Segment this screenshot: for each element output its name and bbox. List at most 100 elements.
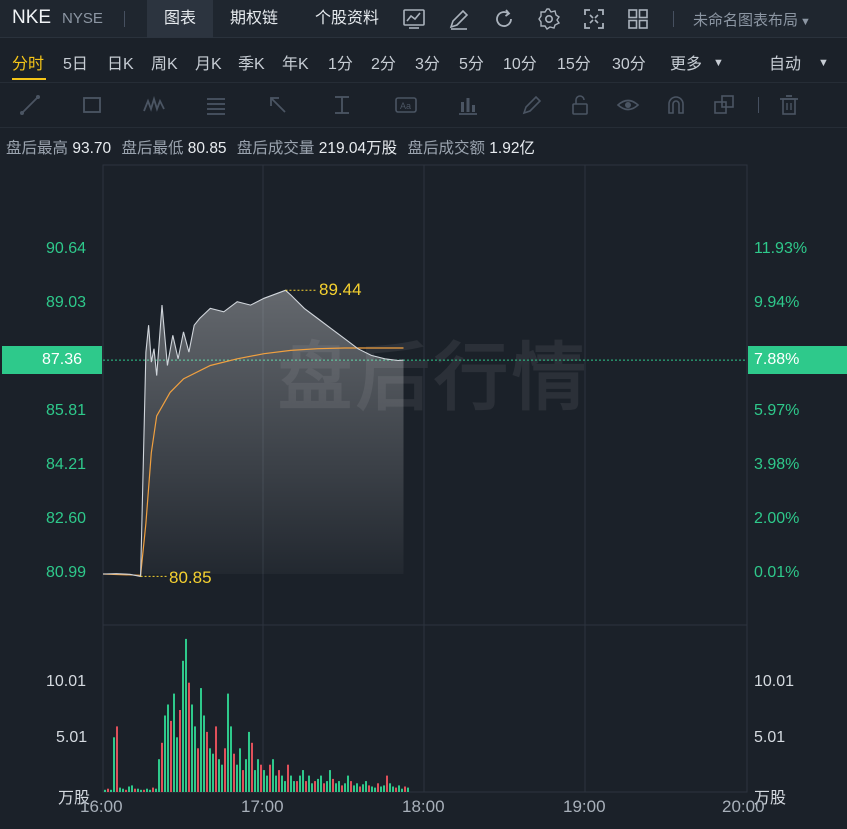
refresh-icon[interactable] bbox=[492, 7, 516, 31]
volume-value: 219.04万股 bbox=[318, 140, 398, 157]
volume-bar bbox=[365, 781, 367, 792]
top-bar: NKE NYSE 图表 期权链 个股资料 未命名图表布局 ▼ bbox=[0, 0, 847, 38]
volume-bar bbox=[401, 788, 403, 792]
caret-down-icon[interactable]: ▼ bbox=[713, 57, 724, 69]
volume-bar bbox=[215, 726, 217, 792]
volume-bar bbox=[116, 726, 118, 792]
max-price-annotation: 89.44 bbox=[319, 280, 362, 299]
volume-bar bbox=[317, 778, 319, 792]
period-intraday[interactable]: 分时 bbox=[12, 50, 44, 74]
edit-icon[interactable] bbox=[447, 7, 471, 31]
active-period-indicator bbox=[12, 78, 46, 80]
volume-bar bbox=[335, 783, 337, 792]
volume-bar bbox=[347, 775, 349, 792]
volume-bar bbox=[161, 742, 163, 792]
text-icon[interactable]: Aa bbox=[394, 93, 418, 117]
high-label: 盘后最高 bbox=[6, 140, 69, 157]
volume-bar bbox=[257, 759, 259, 792]
period-30m[interactable]: 30分 bbox=[612, 50, 646, 74]
rectangle-icon[interactable] bbox=[80, 93, 104, 117]
trash-icon[interactable] bbox=[777, 93, 801, 117]
volume-bar bbox=[338, 781, 340, 792]
volume-bar bbox=[350, 781, 352, 792]
price-tick: 85.81 bbox=[46, 402, 87, 419]
copy-icon[interactable] bbox=[712, 93, 736, 117]
trendline-icon[interactable] bbox=[18, 93, 42, 117]
time-tick: 17:00 bbox=[241, 797, 284, 816]
auto-scale-select[interactable]: 自动 bbox=[769, 50, 801, 74]
volume-bar bbox=[197, 748, 199, 792]
volume-bar bbox=[149, 789, 151, 792]
caret-down-icon: ▼ bbox=[800, 16, 811, 28]
drawing-toolbar: Aa bbox=[0, 82, 847, 128]
volume-bar bbox=[407, 787, 409, 792]
period-2m[interactable]: 2分 bbox=[371, 50, 396, 74]
measure-icon[interactable] bbox=[330, 93, 354, 117]
caret-down-icon[interactable]: ▼ bbox=[818, 57, 829, 69]
volume-bar bbox=[212, 753, 214, 792]
period-5d[interactable]: 5日 bbox=[63, 50, 88, 74]
volume-bar bbox=[281, 775, 283, 792]
volume-bar bbox=[119, 787, 121, 792]
layout-selector[interactable]: 未命名图表布局 ▼ bbox=[693, 9, 811, 30]
volume-bar bbox=[359, 786, 361, 792]
volume-bar bbox=[167, 704, 169, 792]
magnet-icon[interactable] bbox=[664, 93, 688, 117]
volume-bar bbox=[143, 789, 145, 792]
price-tick: 89.03 bbox=[46, 294, 87, 311]
volume-bar bbox=[368, 785, 370, 792]
volume-bar bbox=[284, 781, 286, 792]
volume-bar bbox=[200, 688, 202, 792]
volume-bar bbox=[362, 784, 364, 792]
volume-bar bbox=[113, 737, 115, 792]
period-5m[interactable]: 5分 bbox=[459, 50, 484, 74]
tab-stock-profile[interactable]: 个股资料 bbox=[304, 0, 390, 38]
fib-icon[interactable] bbox=[204, 93, 228, 117]
tab-chart[interactable]: 图表 bbox=[147, 0, 213, 38]
tab-option-chain[interactable]: 期权链 bbox=[216, 0, 292, 38]
indicator-icon[interactable] bbox=[456, 93, 480, 117]
volume-bar bbox=[218, 759, 220, 792]
volume-bar bbox=[107, 788, 109, 792]
plot-frame bbox=[102, 164, 748, 793]
volume-bar bbox=[314, 781, 316, 792]
volume-bar bbox=[122, 788, 124, 792]
volume-bar bbox=[308, 775, 310, 792]
period-day[interactable]: 日K bbox=[107, 50, 134, 74]
settings-icon[interactable] bbox=[537, 7, 561, 31]
volume-bar bbox=[155, 788, 157, 792]
period-week[interactable]: 周K bbox=[151, 50, 178, 74]
eye-icon[interactable] bbox=[616, 93, 640, 117]
arrow-icon[interactable] bbox=[266, 93, 290, 117]
fullscreen-icon[interactable] bbox=[582, 7, 606, 31]
volume-bar bbox=[209, 748, 211, 792]
period-15m[interactable]: 15分 bbox=[557, 50, 591, 74]
volume-bar bbox=[188, 682, 190, 792]
lock-icon[interactable] bbox=[568, 93, 592, 117]
layout-grid-icon[interactable] bbox=[626, 7, 650, 31]
volume-bar bbox=[137, 788, 139, 792]
watermark: 盘后行情 bbox=[278, 336, 590, 419]
wave-icon[interactable] bbox=[142, 93, 166, 117]
period-quarter[interactable]: 季K bbox=[238, 50, 265, 74]
low-label: 盘后最低 bbox=[121, 140, 184, 157]
period-more[interactable]: 更多 bbox=[670, 50, 702, 74]
volume-bar bbox=[293, 781, 295, 792]
volume-bar bbox=[311, 783, 313, 792]
volume-bar bbox=[254, 770, 256, 792]
pct-tick: 5.97% bbox=[754, 402, 800, 419]
period-1m[interactable]: 1分 bbox=[328, 50, 353, 74]
chart-type-icon[interactable] bbox=[402, 7, 426, 31]
period-10m[interactable]: 10分 bbox=[503, 50, 537, 74]
time-tick: 18:00 bbox=[402, 797, 445, 816]
volume-bar bbox=[164, 715, 166, 792]
pen-icon[interactable] bbox=[520, 93, 544, 117]
volume-bar bbox=[371, 786, 373, 792]
volume-bar bbox=[320, 775, 322, 792]
period-3m[interactable]: 3分 bbox=[415, 50, 440, 74]
volume-bar bbox=[398, 785, 400, 792]
volume-bar bbox=[170, 720, 172, 792]
period-month[interactable]: 月K bbox=[195, 50, 222, 74]
period-year[interactable]: 年K bbox=[282, 50, 309, 74]
pct-tick: 2.00% bbox=[754, 510, 800, 527]
